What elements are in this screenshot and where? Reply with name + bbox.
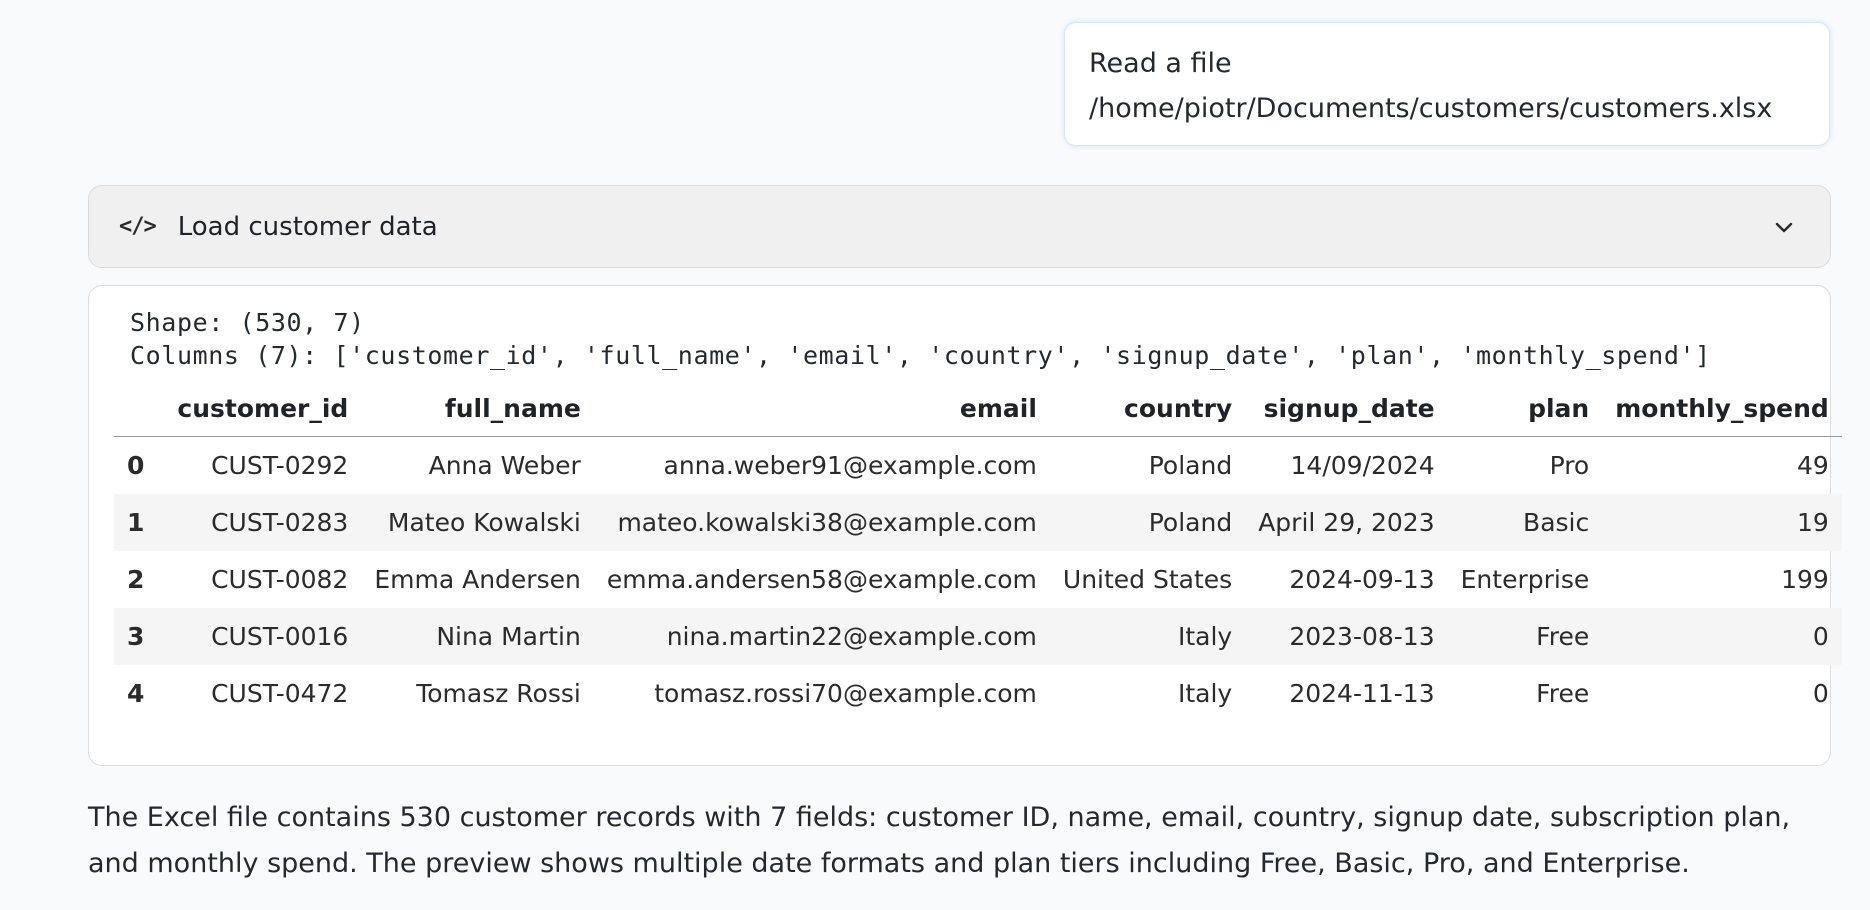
table-cell: emma.andersen58@example.com [606, 565, 1037, 594]
table-cell: 14/09/2024 [1290, 451, 1435, 480]
table-cell: Italy [1177, 679, 1233, 708]
row-index: 0 [127, 451, 145, 480]
table-cell: Poland [1049, 494, 1246, 551]
table-cell: mateo.kowalski38@example.com [593, 494, 1050, 551]
table-cell: CUST-0292 [211, 451, 349, 480]
table-row: 2 CUST-0082 Emma Andersen emma.andersen5… [114, 551, 1842, 608]
table-cell: Poland [1148, 451, 1233, 480]
table-cell: 2024-09-13 [1289, 565, 1435, 594]
table-row: 0 CUST-0292 Anna Weber anna.weber91@exam… [114, 437, 1842, 495]
table-cell: 49 [1796, 451, 1829, 480]
table-cell: tomasz.rossi70@example.com [654, 679, 1037, 708]
dataframe-preview-table: customer_id full_name email country sign… [114, 381, 1842, 722]
table-cell: Anna Weber [428, 451, 581, 480]
chevron-down-icon[interactable] [1766, 209, 1802, 245]
row-index: 1 [114, 494, 165, 551]
table-cell: CUST-0472 [211, 679, 349, 708]
table-cell: Nina Martin [361, 608, 594, 665]
shape-line: Shape: (530, 7) [130, 308, 365, 337]
column-header: country [1049, 381, 1246, 437]
table-row: 1 CUST-0283 Mateo Kowalski mateo.kowalsk… [114, 494, 1842, 551]
column-header: email [593, 381, 1050, 437]
table-cell: CUST-0283 [164, 494, 362, 551]
table-cell: Free [1447, 608, 1603, 665]
user-message-line-1: Read a file [1089, 48, 1232, 79]
table-cell: 19 [1602, 494, 1842, 551]
column-header: customer_id [164, 381, 362, 437]
columns-line: Columns (7): ['customer_id', 'full_name'… [130, 341, 1711, 370]
code-icon: </> [119, 214, 157, 239]
table-cell: 2023-08-13 [1245, 608, 1448, 665]
tool-call-title: Load customer data [177, 211, 438, 242]
table-cell: 2024-11-13 [1289, 679, 1435, 708]
tool-output-panel: Shape: (530, 7) Columns (7): ['customer_… [88, 285, 1842, 766]
table-cell: Enterprise [1460, 565, 1590, 594]
table-row: 3 CUST-0016 Nina Martin nina.martin22@ex… [114, 608, 1842, 665]
table-cell: Italy [1049, 608, 1246, 665]
column-header: plan [1447, 381, 1603, 437]
table-cell: 199 [1781, 565, 1829, 594]
table-cell: Tomasz Rossi [416, 679, 581, 708]
assistant-summary-text: The Excel file contains 530 customer rec… [88, 802, 1791, 879]
user-message-bubble: Read a file /home/piotr/Documents/custom… [1064, 22, 1830, 146]
row-index: 3 [114, 608, 165, 665]
table-cell: Free [1536, 679, 1590, 708]
row-index: 2 [127, 565, 145, 594]
column-header: full_name [361, 381, 594, 437]
user-message-line-2: /home/piotr/Documents/customers/customer… [1089, 93, 1773, 124]
table-cell: nina.martin22@example.com [593, 608, 1050, 665]
table-cell: April 29, 2023 [1245, 494, 1448, 551]
column-header: monthly_spend [1602, 381, 1842, 437]
table-cell: Basic [1447, 494, 1603, 551]
table-cell: Mateo Kowalski [361, 494, 594, 551]
table-cell: anna.weber91@example.com [663, 451, 1037, 480]
table-row: 4 CUST-0472 Tomasz Rossi tomasz.rossi70@… [114, 665, 1842, 722]
table-cell: Pro [1549, 451, 1590, 480]
row-index: 4 [127, 679, 145, 708]
table-cell: Emma Andersen [374, 565, 581, 594]
index-header [114, 381, 165, 437]
table-header-row: customer_id full_name email country sign… [114, 381, 1842, 437]
table-cell: 0 [1602, 608, 1842, 665]
table-cell: CUST-0082 [211, 565, 349, 594]
tool-call-header[interactable]: </> Load customer data [88, 185, 1831, 268]
table-cell: CUST-0016 [164, 608, 362, 665]
table-cell: United States [1062, 565, 1233, 594]
table-cell: 0 [1812, 679, 1829, 708]
column-header: signup_date [1245, 381, 1448, 437]
